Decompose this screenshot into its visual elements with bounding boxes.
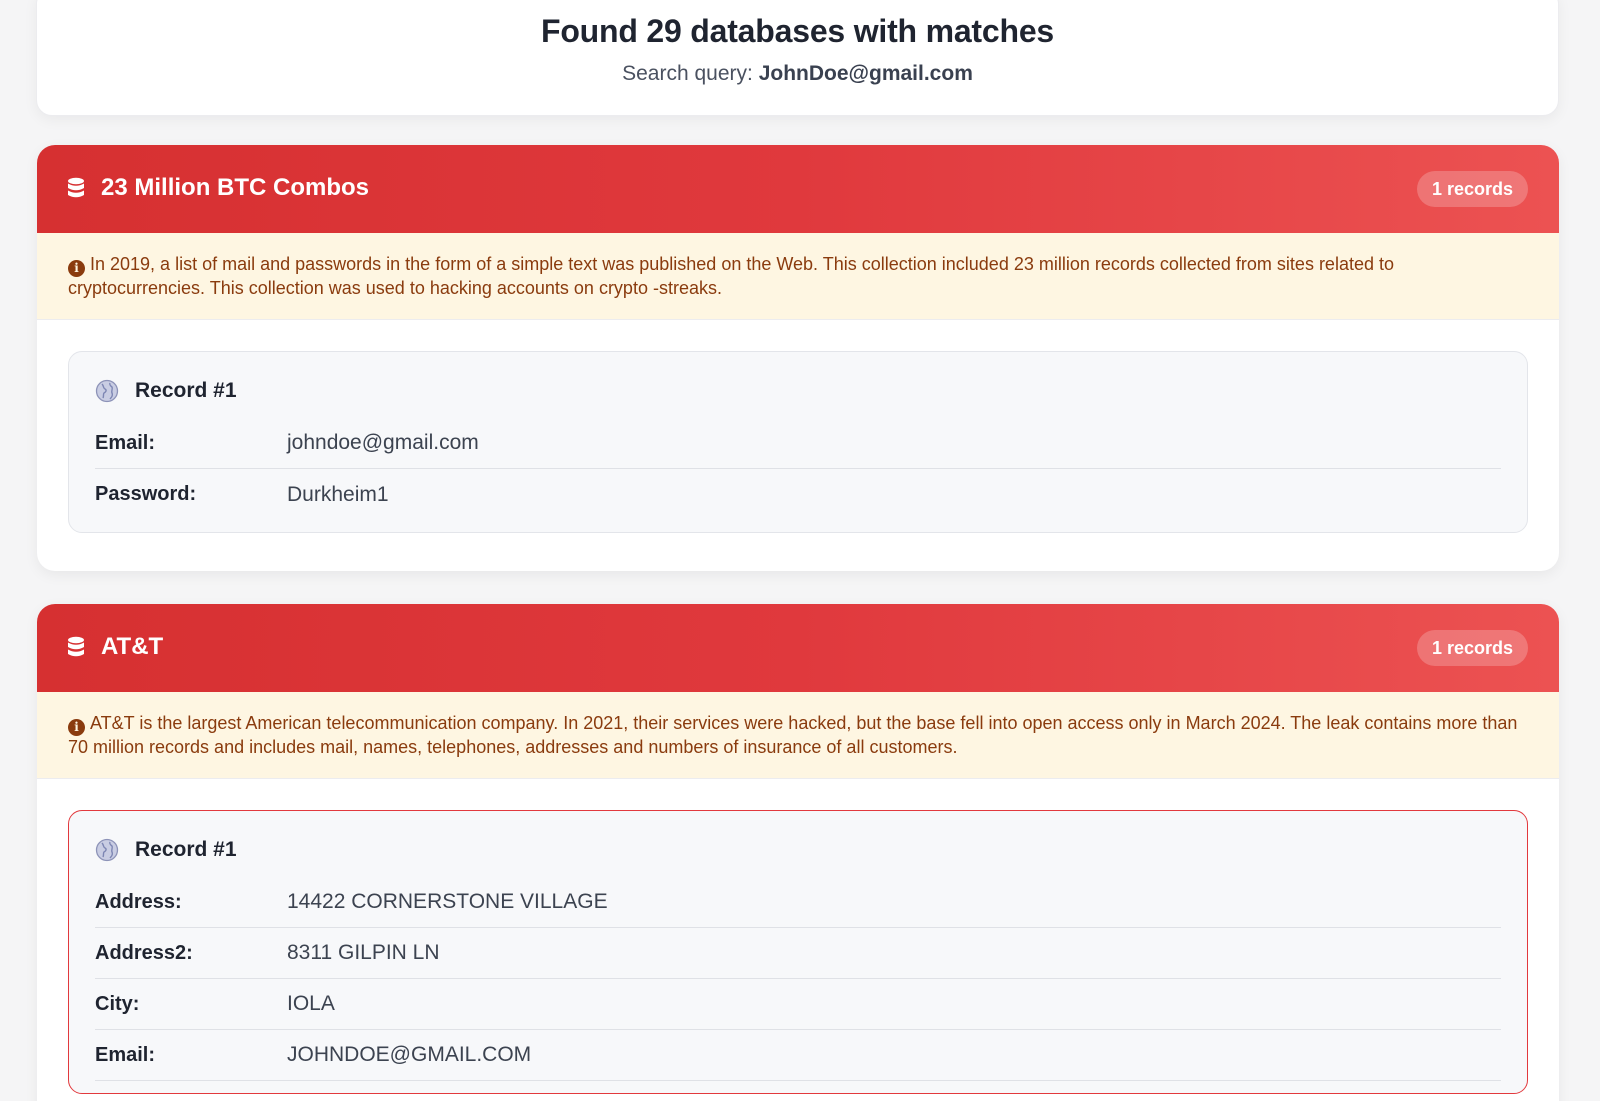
results-page: Found 29 databases with matches Search q…: [0, 0, 1600, 1101]
database-description: i In 2019, a list of mail and passwords i…: [37, 233, 1559, 320]
record-card: Record #1 Address: 14422 CORNERSTONE VIL…: [68, 810, 1528, 1094]
search-query-value: JohnDoe@gmail.com: [758, 62, 973, 85]
field-value[interactable]: JOHNDOE@GMAIL.COM: [287, 1043, 531, 1067]
database-header[interactable]: AT&T 1 records: [37, 604, 1559, 692]
results-summary-card: Found 29 databases with matches Search q…: [36, 0, 1559, 116]
record-field-row: Address2: 8311 GILPIN LN: [95, 928, 1501, 979]
search-query-line: Search query: JohnDoe@gmail.com: [37, 62, 1558, 86]
record-header: Record #1: [95, 376, 1501, 406]
database-icon: [68, 177, 84, 198]
record-header: Record #1: [95, 835, 1501, 865]
info-icon: i: [68, 260, 85, 277]
database-body: Record #1 Email: johndoe@gmail.com Passw…: [37, 320, 1559, 564]
search-query-label: Search query:: [622, 62, 759, 85]
record-card: Record #1 Email: johndoe@gmail.com Passw…: [68, 351, 1528, 533]
field-label: Email:: [95, 431, 156, 454]
record-field-row: City: IOLA: [95, 979, 1501, 1030]
field-label: Email:: [95, 1043, 156, 1066]
database-description-text: In 2019, a list of mail and passwords in…: [68, 254, 1394, 298]
database-card: AT&T 1 records i AT&T is the largest Amer…: [37, 604, 1559, 1101]
field-value[interactable]: 8311 GILPIN LN: [287, 941, 440, 965]
field-value[interactable]: Durkheim1: [287, 483, 389, 507]
globe-icon: [95, 379, 119, 403]
database-icon: [68, 636, 84, 657]
database-name: AT&T: [101, 633, 164, 660]
record-field-row: Password: Durkheim1: [95, 469, 1501, 520]
database-description-text: AT&T is the largest American telecommuni…: [68, 713, 1518, 757]
database-card: 23 Million BTC Combos 1 records i In 2019…: [37, 145, 1559, 571]
field-value[interactable]: IOLA: [287, 992, 335, 1016]
globe-icon: [95, 838, 119, 862]
records-count-badge: 1 records: [1416, 171, 1528, 207]
database-header[interactable]: 23 Million BTC Combos 1 records: [37, 145, 1559, 233]
database-description: i AT&T is the largest American telecommun…: [37, 692, 1559, 779]
records-count-badge: 1 records: [1416, 630, 1528, 666]
database-body: Record #1 Address: 14422 CORNERSTONE VIL…: [37, 779, 1559, 1101]
record-title: Record #1: [135, 838, 237, 861]
record-title: Record #1: [135, 379, 237, 402]
field-value[interactable]: 14422 CORNERSTONE VILLAGE: [287, 890, 608, 914]
record-field-row: Address: 14422 CORNERSTONE VILLAGE: [95, 877, 1501, 928]
database-name: 23 Million BTC Combos: [101, 174, 370, 201]
field-value[interactable]: johndoe@gmail.com: [287, 431, 479, 455]
field-label: Address2:: [95, 941, 193, 964]
field-label: City:: [95, 992, 140, 1015]
field-label: Password:: [95, 483, 197, 505]
results-title: Found 29 databases with matches: [540, 13, 1055, 49]
info-icon: i: [68, 719, 85, 736]
field-label: Address:: [95, 890, 182, 913]
record-field-row: Email: johndoe@gmail.com: [95, 418, 1501, 469]
record-field-row: Email: JOHNDOE@GMAIL.COM: [95, 1030, 1501, 1081]
